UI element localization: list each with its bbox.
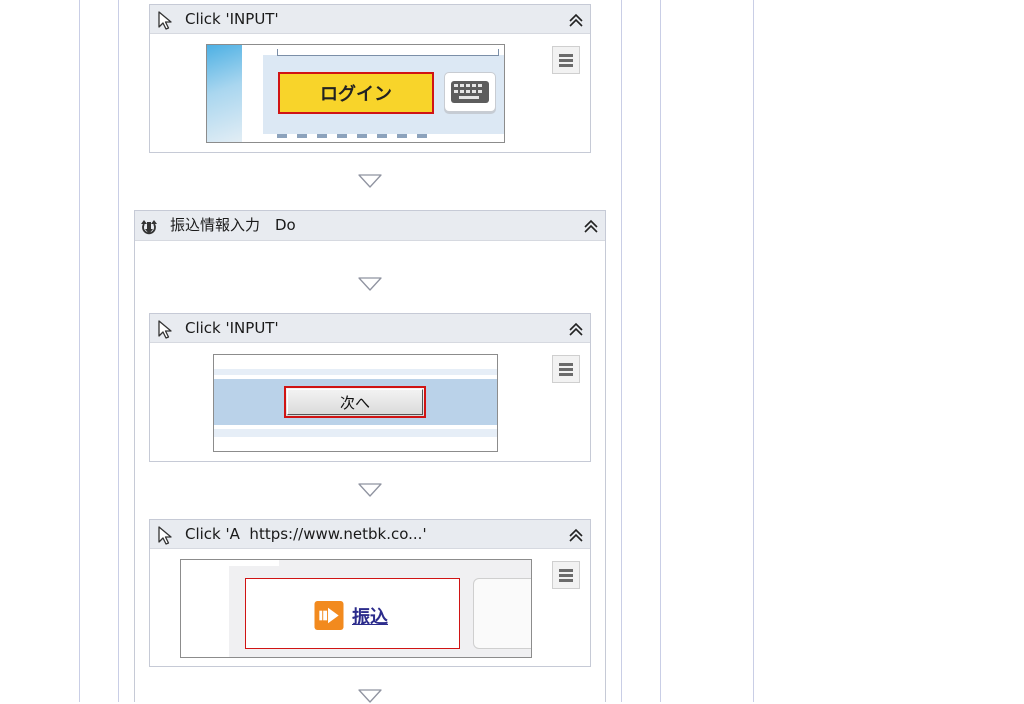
flow-arrow-icon [358,483,382,497]
screenshot-thumbnail: 振込 [180,559,532,658]
step-title: Click 'INPUT' [185,10,279,28]
collapse-icon[interactable] [582,217,600,235]
next-button: 次へ [284,386,426,418]
step-title: Click 'INPUT' [185,319,279,337]
guide-line [753,0,754,702]
collapse-icon[interactable] [567,526,585,544]
cursor-icon [158,320,172,339]
login-button: ログイン [278,72,434,114]
step-card-click-link[interactable]: Click 'A https://www.netbk.co...' 振込 [149,519,591,667]
keyboard-button [444,72,496,112]
guide-line [79,0,80,702]
collapse-icon[interactable] [567,320,585,338]
arrow-right-icon [314,601,344,630]
step-header[interactable]: Click 'INPUT' [150,314,590,343]
keyboard-icon [451,81,489,103]
screenshot-thumbnail: 次へ [213,354,498,452]
transfer-link-box: 振込 [245,578,460,649]
flow-arrow-icon [358,277,382,291]
guide-line [621,0,622,702]
transfer-link-text: 振込 [352,607,388,628]
step-header[interactable]: Click 'INPUT' [150,5,590,34]
step-title: Click 'A https://www.netbk.co...' [185,525,427,543]
loop-icon [141,220,157,235]
guide-line [118,0,119,702]
step-card-click-input-login[interactable]: Click 'INPUT' ログイン [149,4,591,153]
next-button-label: 次へ [339,393,370,412]
menu-button[interactable] [552,46,580,74]
screenshot-thumbnail: ログイン [206,44,505,143]
cursor-icon [158,11,172,30]
do-block-title: 振込情報入力 Do [170,216,296,234]
login-button-label: ログイン [320,84,392,105]
step-card-click-input-next[interactable]: Click 'INPUT' 次へ [149,313,591,462]
do-block-header[interactable]: 振込情報入力 Do [135,211,605,241]
menu-button[interactable] [552,561,580,589]
collapse-icon[interactable] [567,11,585,29]
menu-button[interactable] [552,355,580,383]
guide-line [660,0,661,702]
cursor-icon [158,526,172,545]
flow-arrow-icon [358,174,382,188]
step-header[interactable]: Click 'A https://www.netbk.co...' [150,520,590,549]
